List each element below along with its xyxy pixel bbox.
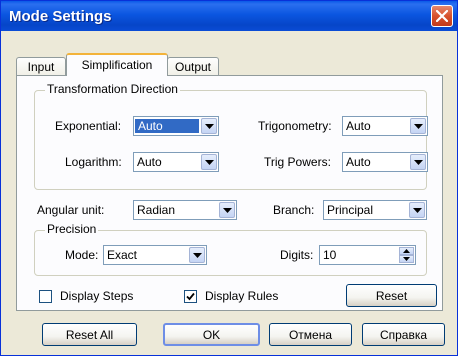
mode-settings-dialog: Mode Settings Input Simplification Outpu… (0, 0, 458, 356)
close-icon (436, 10, 448, 22)
reset-button[interactable]: Reset (346, 284, 437, 307)
transformation-direction-label: Transformation Direction (45, 82, 180, 96)
title-bar[interactable]: Mode Settings (1, 1, 457, 31)
digits-increment-button[interactable] (399, 247, 414, 255)
digits-stepper[interactable]: 10 (319, 245, 416, 265)
trigonometry-select[interactable]: Auto (342, 116, 428, 136)
chevron-down-icon (414, 160, 423, 165)
branch-value: Principal (327, 203, 374, 217)
simplification-panel: Transformation Direction Exponential: Au… (16, 75, 443, 311)
reset-all-button[interactable]: Reset All (42, 323, 137, 346)
angular-unit-label: Angular unit: (37, 203, 105, 217)
ok-button[interactable]: OK (163, 323, 260, 346)
transformation-direction-group (34, 90, 427, 190)
display-steps-checkbox[interactable] (39, 290, 52, 303)
digits-decrement-button[interactable] (399, 255, 414, 263)
exponential-value: Auto (135, 119, 199, 133)
mode-value: Exact (107, 248, 138, 262)
exponential-label: Exponential: (55, 119, 122, 133)
window-title: Mode Settings (9, 8, 112, 25)
branch-dropdown-button[interactable] (409, 202, 425, 218)
display-rules-label: Display Rules (205, 289, 279, 303)
digits-value: 10 (323, 248, 337, 262)
trigonometry-label: Trigonometry: (258, 119, 332, 133)
logarithm-label: Logarithm: (65, 155, 122, 169)
exponential-dropdown-button[interactable] (201, 118, 217, 134)
trig-powers-value: Auto (346, 155, 371, 169)
display-rules-checkbox[interactable] (184, 290, 197, 303)
display-steps-label: Display Steps (60, 289, 134, 303)
angular-unit-select[interactable]: Radian (133, 200, 237, 220)
mode-label: Mode: (65, 248, 99, 262)
chevron-down-icon (205, 160, 214, 165)
chevron-down-icon (403, 257, 410, 261)
mode-select[interactable]: Exact (103, 245, 207, 265)
tab-output[interactable]: Output (167, 57, 219, 76)
digits-label: Digits: (280, 248, 314, 262)
trig-powers-dropdown-button[interactable] (410, 154, 426, 170)
help-button[interactable]: Справка (362, 323, 445, 346)
tab-input-label: Input (27, 60, 55, 74)
angular-unit-dropdown-button[interactable] (219, 202, 235, 218)
close-button[interactable] (431, 5, 453, 27)
branch-select[interactable]: Principal (323, 200, 427, 220)
tab-simplification-label: Simplification (81, 58, 153, 72)
trigonometry-dropdown-button[interactable] (410, 118, 426, 134)
trigonometry-value: Auto (346, 119, 371, 133)
tab-simplification[interactable]: Simplification (66, 53, 168, 76)
chevron-down-icon (414, 124, 423, 129)
exponential-select[interactable]: Auto (133, 116, 219, 136)
tab-input[interactable]: Input (16, 57, 66, 76)
logarithm-dropdown-button[interactable] (201, 154, 217, 170)
trig-powers-label: Trig Powers: (264, 155, 331, 169)
logarithm-value: Auto (137, 155, 162, 169)
checkmark-icon (186, 292, 195, 301)
cancel-button[interactable]: Отмена (269, 323, 352, 346)
chevron-down-icon (193, 253, 202, 258)
mode-dropdown-button[interactable] (189, 247, 205, 263)
chevron-up-icon (403, 249, 410, 253)
chevron-down-icon (223, 208, 232, 213)
trig-powers-select[interactable]: Auto (342, 152, 428, 172)
tab-output-label: Output (174, 60, 212, 74)
branch-label: Branch: (273, 203, 315, 217)
logarithm-select[interactable]: Auto (133, 152, 219, 172)
chevron-down-icon (205, 124, 214, 129)
chevron-down-icon (413, 208, 422, 213)
angular-unit-value: Radian (137, 203, 176, 217)
precision-label: Precision (45, 222, 99, 236)
